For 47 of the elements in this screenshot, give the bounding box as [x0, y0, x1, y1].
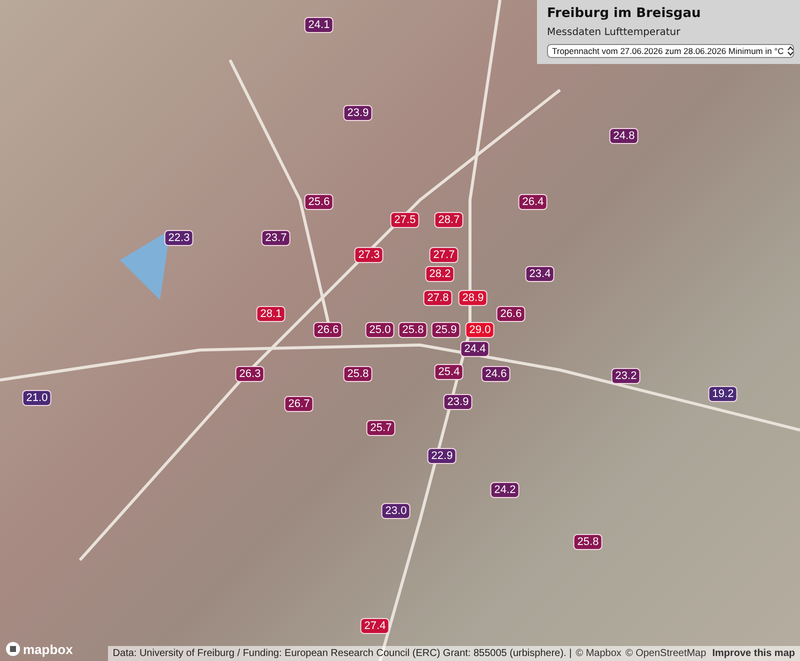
temperature-marker[interactable]: 19.2	[708, 386, 738, 402]
temperature-marker[interactable]: 26.7	[284, 396, 314, 412]
panel-subtitle: Messdaten Lufttemperatur	[547, 26, 682, 39]
temperature-marker[interactable]: 25.4	[434, 364, 464, 380]
panel-title: Freiburg im Breisgau	[547, 6, 702, 22]
temperature-marker[interactable]: 26.3	[235, 366, 265, 382]
temperature-marker[interactable]: 23.2	[611, 368, 641, 384]
temperature-marker[interactable]: 26.6	[496, 306, 526, 322]
temperature-marker[interactable]: 21.0	[22, 390, 52, 406]
temperature-marker[interactable]: 28.9	[458, 290, 488, 306]
temperature-marker[interactable]: 27.3	[354, 247, 384, 263]
temperature-marker[interactable]: 23.0	[381, 503, 411, 519]
improve-map-link[interactable]: Improve this map	[712, 648, 795, 659]
temperature-marker[interactable]: 24.4	[460, 341, 490, 357]
temperature-marker[interactable]: 26.4	[518, 194, 548, 210]
temperature-marker[interactable]: 24.8	[609, 128, 639, 144]
temperature-marker[interactable]: 22.9	[427, 448, 457, 464]
temperature-marker[interactable]: 25.0	[365, 322, 395, 338]
logo-icon	[5, 641, 21, 657]
temperature-marker[interactable]: 23.9	[443, 394, 473, 410]
temperature-marker[interactable]: 24.6	[481, 366, 511, 382]
temperature-marker[interactable]: 25.8	[573, 534, 603, 550]
temperature-marker[interactable]: 27.5	[390, 212, 420, 228]
temperature-marker[interactable]: 25.7	[366, 420, 396, 436]
temperature-marker[interactable]: 28.7	[434, 212, 464, 228]
temperature-marker[interactable]: 25.6	[304, 194, 334, 210]
attribution-text: Data: University of Freiburg / Funding: European Research Council (ERC) Grant: 855005 (urbisphere). |	[112, 648, 572, 659]
temperature-marker[interactable]: 25.8	[398, 322, 428, 338]
temperature-marker[interactable]: 27.4	[360, 618, 390, 634]
temperature-marker[interactable]: 26.6	[313, 322, 343, 338]
temperature-marker[interactable]: 27.8	[423, 290, 453, 306]
temperature-marker[interactable]: 25.9	[431, 322, 461, 338]
temperature-marker[interactable]: 23.4	[525, 266, 555, 282]
attribution-link[interactable]: © OpenStreetMap	[625, 648, 706, 659]
temperature-marker[interactable]: 24.2	[490, 482, 520, 498]
temperature-marker[interactable]: 24.1	[304, 17, 334, 33]
temperature-marker[interactable]: 29.0	[465, 322, 495, 338]
attribution-link[interactable]: © Mapbox	[576, 648, 622, 659]
temperature-marker[interactable]: 23.9	[343, 105, 373, 121]
temperature-marker[interactable]: 23.7	[261, 230, 291, 246]
temperature-marker[interactable]: 28.1	[256, 306, 286, 322]
temperature-marker[interactable]: 22.3	[164, 230, 194, 246]
temperature-marker[interactable]: 27.7	[429, 247, 459, 263]
updown-icon	[786, 46, 794, 56]
temperature-marker[interactable]: 25.8	[343, 366, 373, 382]
period-select[interactable]: Tropennacht vom 27.06.2026 zum 28.06.2026 Minimum in °C	[547, 44, 794, 58]
temperature-marker[interactable]: 28.2	[425, 266, 455, 282]
